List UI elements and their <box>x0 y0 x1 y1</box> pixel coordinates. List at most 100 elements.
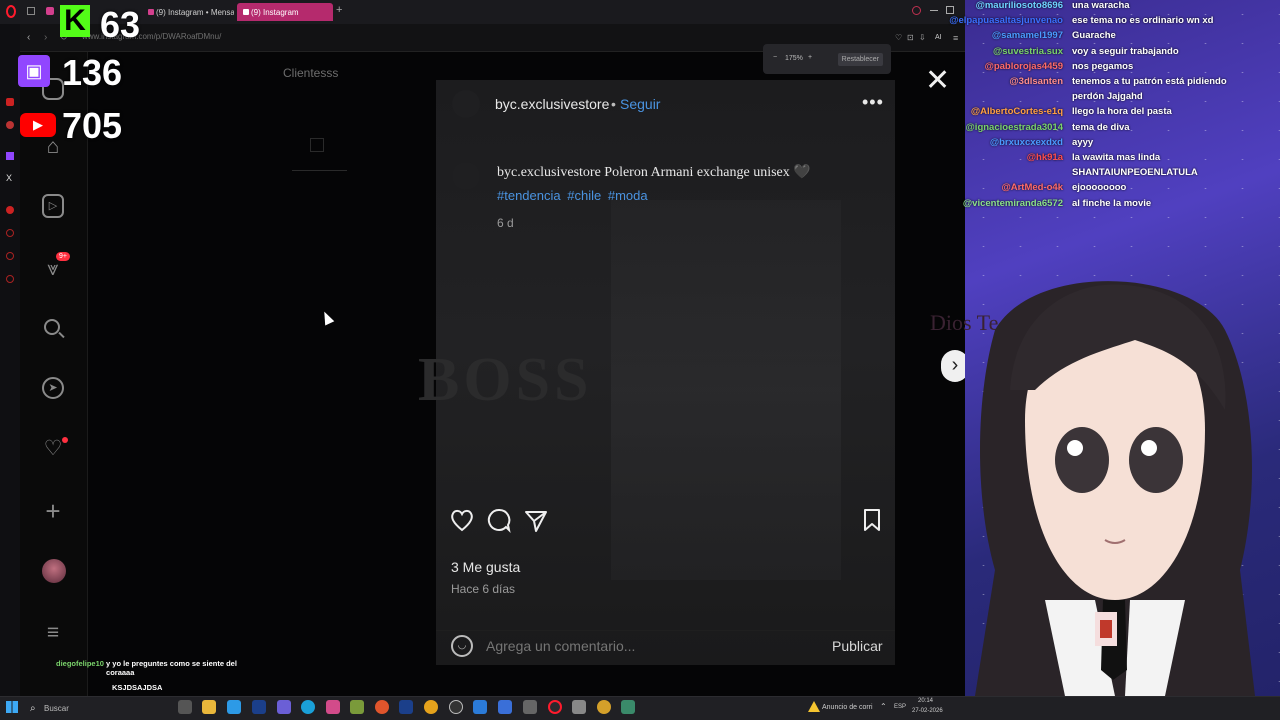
brave-icon[interactable] <box>375 700 389 714</box>
zoom-out-button[interactable]: − <box>773 54 777 61</box>
taskbar-app-icon[interactable] <box>597 700 611 714</box>
taskbar-app-icon[interactable] <box>326 700 340 714</box>
windows-start-icon[interactable] <box>6 701 18 713</box>
ai-button[interactable]: AI <box>935 34 942 41</box>
chat-text: tema de diva <box>1072 121 1130 133</box>
taskbar-app-icon[interactable] <box>178 700 192 714</box>
forward-icon[interactable]: › <box>44 32 47 43</box>
chat-text: ayyy <box>1072 136 1094 148</box>
create-icon[interactable]: + <box>40 498 66 524</box>
more-menu-icon[interactable]: ≡ <box>40 620 66 646</box>
settings-sidebar-icon[interactable] <box>6 252 14 260</box>
post-author-avatar[interactable] <box>452 90 480 118</box>
taskbar-app-icon[interactable] <box>350 700 364 714</box>
share-icon[interactable] <box>522 506 550 534</box>
post-options-button[interactable]: ••• <box>862 92 884 113</box>
back-icon[interactable]: ‹ <box>27 32 30 43</box>
taskbar-app-icon[interactable] <box>277 700 291 714</box>
chat-username: @suvestria.sux <box>993 45 1063 57</box>
bottom-chat-msg: y yo le preguntes como se siente del cor… <box>106 659 237 677</box>
opera-taskbar-icon[interactable] <box>548 700 562 714</box>
extensions-sidebar-icon[interactable] <box>6 275 14 283</box>
taskbar-app-icon[interactable] <box>227 700 241 714</box>
reels-icon[interactable]: ▷ <box>42 194 64 218</box>
explore-icon[interactable]: ➤ <box>42 377 64 399</box>
like-count[interactable]: 3 Me gusta <box>451 559 520 575</box>
like-heart-icon[interactable] <box>448 506 476 534</box>
publish-button[interactable]: Publicar <box>832 638 883 654</box>
post-username[interactable]: byc.exclusivestore <box>495 96 609 112</box>
tab-label: (9) Instagram • Mensajes <box>156 8 234 17</box>
caption-avatar[interactable] <box>452 162 480 190</box>
music-sidebar-icon[interactable] <box>6 206 14 214</box>
instagram-tab-icon[interactable] <box>46 7 54 15</box>
tab-mensajes[interactable]: (9) Instagram • Mensajes <box>142 3 234 21</box>
ad-notification[interactable]: Anuncio de corri <box>822 704 873 711</box>
whatsapp-sidebar-icon[interactable] <box>6 121 14 129</box>
tray-chevron-icon[interactable]: ⌃ <box>880 702 887 711</box>
screen: { "browser": { "tabs": [ {"label": "(9) … <box>0 0 1280 720</box>
vegas-icon[interactable] <box>252 700 266 714</box>
taskbar-app-icon[interactable] <box>473 700 487 714</box>
clock-date[interactable]: 27-02-2026 <box>912 708 943 714</box>
reset-zoom-button[interactable]: Restablecer <box>837 53 883 66</box>
hashtag-link[interactable]: #moda <box>608 188 648 203</box>
comment-icon[interactable] <box>485 506 513 534</box>
chat-text: SHANTAIUNPEOENLATULA <box>1072 167 1198 179</box>
new-tab-button[interactable]: + <box>336 4 342 16</box>
search-icon[interactable] <box>912 6 921 15</box>
bottom-chat-user: diegofelipe10 <box>56 659 104 668</box>
screenshot-icon[interactable]: ⊡ <box>907 33 914 42</box>
tab-instagram[interactable]: (9) Instagram <box>237 3 333 21</box>
history-sidebar-icon[interactable] <box>6 229 14 237</box>
caption-username[interactable]: byc.exclusivestore <box>497 165 601 180</box>
chat-username: @mauriliosoto8696 <box>975 0 1063 11</box>
vtuber-avatar <box>975 281 1255 696</box>
taskbar-app-icon[interactable] <box>498 700 512 714</box>
taskbar-search-label[interactable]: Buscar <box>44 704 69 713</box>
comment-input[interactable] <box>486 638 806 654</box>
download-icon[interactable]: ⇩ <box>919 33 926 42</box>
hashtag-link[interactable]: #tendencia <box>497 188 561 203</box>
separator-dot: • <box>611 96 616 112</box>
save-bookmark-icon[interactable] <box>858 506 886 534</box>
hashtag-link[interactable]: #chile <box>567 188 601 203</box>
profile-avatar[interactable] <box>42 559 66 583</box>
obs-icon[interactable] <box>449 700 463 714</box>
clock-time[interactable]: 20:14 <box>918 698 933 704</box>
follow-button[interactable]: Seguir <box>620 96 660 112</box>
chat-text: perdón Jajgahd <box>1072 91 1143 103</box>
bottom-chat-line: KSJDSAJDSA <box>112 683 162 692</box>
twitch-sidebar-icon[interactable] <box>6 152 14 160</box>
opera-logo-icon[interactable] <box>6 5 16 18</box>
vegas-icon[interactable] <box>399 700 413 714</box>
edge-icon[interactable] <box>301 700 315 714</box>
close-modal-button[interactable]: ✕ <box>925 66 950 96</box>
caption-text: Poleron Armani exchange unisex <box>604 165 790 180</box>
notification-badge: 9+ <box>56 252 70 261</box>
kick-viewer-count: 63 <box>100 4 141 45</box>
bottom-chat-line: diegofelipe10 y yo le preguntes como se … <box>56 659 266 677</box>
taskbar-app-icon[interactable] <box>523 700 537 714</box>
minimize-icon[interactable] <box>930 10 938 11</box>
post-caption: byc.exclusivestore Poleron Armani exchan… <box>497 164 811 181</box>
chat-username: @AlbertoCortes-e1q <box>970 106 1063 118</box>
live-chat: @mauriliosoto8696 una waracha @elpapuasalt… <box>949 0 1280 215</box>
chat-text: voy a seguir trabajando <box>1072 45 1179 57</box>
menu-icon[interactable]: ≡ <box>953 33 958 43</box>
file-explorer-icon[interactable] <box>202 700 216 714</box>
tab-icon[interactable] <box>27 7 35 15</box>
kick-logo-icon: K <box>60 5 90 37</box>
emoji-icon[interactable]: ◡ <box>451 635 473 657</box>
taskbar-app-icon[interactable] <box>621 700 635 714</box>
x-sidebar-icon[interactable]: X <box>6 173 12 183</box>
zoom-in-button[interactable]: + <box>808 54 812 61</box>
language-indicator[interactable]: ESP <box>894 704 906 710</box>
tab-underline <box>292 170 347 171</box>
taskbar-app-icon[interactable] <box>572 700 586 714</box>
taskbar-search-icon[interactable]: ⌕ <box>30 703 36 714</box>
bookmark-icon[interactable]: ♡ <box>895 33 902 42</box>
chrome-icon[interactable] <box>424 700 438 714</box>
maximize-icon[interactable] <box>946 6 954 14</box>
instagram-sidebar-icon[interactable] <box>6 98 14 106</box>
